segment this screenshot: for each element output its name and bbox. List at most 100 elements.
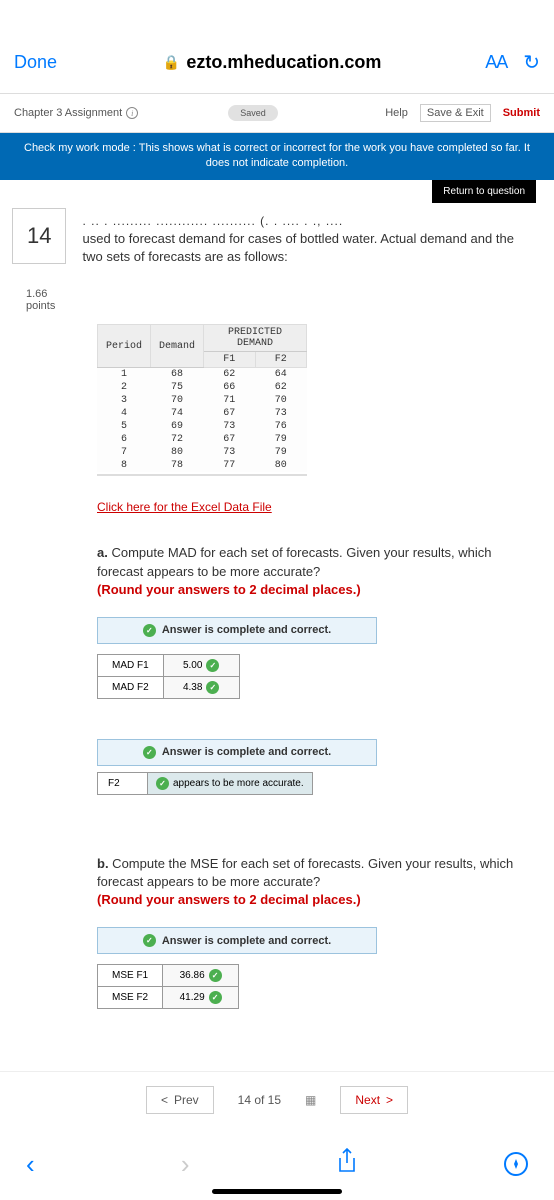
prev-label: Prev [174,1093,199,1107]
part-a-prompt: a. Compute MAD for each set of forecasts… [97,544,520,599]
banner-text: Answer is complete and correct. [162,746,331,758]
assignment-title: Chapter 3 Assignment [14,107,122,119]
th-demand: Demand [151,325,204,368]
table-cell: 62 [204,368,255,382]
table-cell: 6 [98,433,151,446]
table-cell: 80 [255,459,307,472]
compass-icon[interactable] [504,1152,528,1176]
url-text: ezto.mheducation.com [186,52,381,73]
question-text: used to forecast demand for cases of bot… [82,231,513,264]
table-row: MAD F1 5.00✓ [98,654,240,676]
table-cell: 73 [204,420,255,433]
check-work-banner: Check my work mode : This shows what is … [0,133,554,180]
reload-icon[interactable]: ↻ [523,50,540,75]
table-cell: 2 [98,381,151,394]
signal-icon: ▁▃▅ [454,13,489,31]
th-predicted: PREDICTED DEMAND [204,325,307,352]
table-cell: 77 [204,459,255,472]
table-cell: 67 [204,407,255,420]
table-row: MSE F2 41.29 ✓ [98,987,239,1009]
mad-f1-label: MAD F1 [98,654,164,676]
prev-button[interactable]: < Prev [146,1086,214,1114]
part-b-round: (Round your answers to 2 decimal places.… [97,892,361,907]
mad-f1-value: 5.00 [183,660,202,671]
table-cell: 73 [255,407,307,420]
accuracy-choice: F2 [98,772,148,794]
table-row: 8787780 [98,459,307,472]
content-area: Return to question 14 . .. . ......... .… [0,180,554,1010]
mad-f2-value: 4.38 [183,682,202,693]
status-time: 10:48 [28,14,66,31]
table-cell: 79 [255,446,307,459]
table-cell: 5 [98,420,151,433]
done-button[interactable]: Done [14,52,57,73]
home-indicator[interactable] [212,1189,342,1194]
table-cell: 72 [151,433,204,446]
mse-f1-value: 36.86 [180,970,205,981]
table-cell: 74 [151,407,204,420]
share-icon[interactable] [336,1148,358,1180]
mse-f2-label: MSE F2 [98,987,163,1009]
points-box: 1.66 points [26,288,524,312]
table-cell: 4 [98,407,151,420]
page-count: 14 of 15 [238,1093,281,1107]
table-cell: 80 [151,446,204,459]
mad-f1-value-cell: 5.00✓ [163,654,239,676]
table-cell: 3 [98,394,151,407]
part-b-text: Compute the MSE for each set of forecast… [97,856,513,889]
check-icon: ✓ [206,681,219,694]
text-size-button[interactable]: AA [485,52,507,73]
next-button[interactable]: Next > [340,1086,408,1114]
url-display[interactable]: 🔒 ezto.mheducation.com [77,52,467,73]
part-b-correct-banner: ✓ Answer is complete and correct. [97,927,377,954]
battery-indicator: 78 [509,16,526,29]
table-row: 2756662 [98,381,307,394]
table-cell: 7 [98,446,151,459]
th-f2: F2 [255,352,307,368]
return-to-question-button[interactable]: Return to question [432,180,536,203]
status-bar: 10:48 ▁▃▅ ⊙ 78 [0,0,554,40]
forward-button[interactable]: › [181,1149,190,1180]
mad-f2-value-cell: 4.38 ✓ [163,676,239,698]
chevron-left-icon: < [161,1093,168,1107]
table-cell: 8 [98,459,151,472]
mse-f2-value-cell: 41.29 ✓ [163,987,239,1009]
help-button[interactable]: Help [385,107,408,119]
mad-f2-label: MAD F2 [98,676,164,698]
table-cell: 1 [98,368,151,382]
table-scroll-wrapper[interactable]: Period Demand PREDICTED DEMAND F1 F2 168… [97,324,307,476]
main-column: Period Demand PREDICTED DEMAND F1 F2 168… [97,324,520,1009]
assignment-header: Chapter 3 Assignment i Saved Help Save &… [0,94,554,133]
question-nav-footer: < Prev 14 of 15 ▦ Next > [0,1071,554,1128]
table-cell: 79 [255,433,307,446]
save-exit-button[interactable]: Save & Exit [420,104,491,122]
part-b-answer-table: MSE F1 36.86✓ MSE F2 41.29 ✓ [97,964,239,1009]
chevron-right-icon: > [386,1093,393,1107]
part-a-label: a. [97,545,108,560]
part-a-accuracy-banner: ✓ Answer is complete and correct. [97,739,377,766]
part-a-text: Compute MAD for each set of forecasts. G… [97,545,492,578]
table-row: 1686264 [98,368,307,382]
points-value: 1.66 [26,288,524,300]
check-icon: ✓ [209,991,222,1004]
table-cell: 75 [151,381,204,394]
table-row: MAD F2 4.38 ✓ [98,676,240,698]
info-icon[interactable]: i [126,107,138,119]
check-icon: ✓ [156,777,169,790]
table-cell: 67 [204,433,255,446]
table-row: 3707170 [98,394,307,407]
table-cell: 69 [151,420,204,433]
grid-icon[interactable]: ▦ [305,1093,316,1107]
mse-f1-value-cell: 36.86✓ [163,965,239,987]
check-icon: ✓ [143,934,156,947]
submit-button[interactable]: Submit [503,107,540,119]
excel-data-link[interactable]: Click here for the Excel Data File [97,500,272,514]
table-row: 6726779 [98,433,307,446]
back-button[interactable]: ‹ [26,1149,35,1180]
table-cell: 73 [204,446,255,459]
mse-f1-label: MSE F1 [98,965,163,987]
mse-f2-value: 41.29 [180,992,205,1003]
next-label: Next [355,1093,380,1107]
status-icons: ▁▃▅ ⊙ 78 [454,13,526,31]
accuracy-explain: appears to be more accurate. [173,778,304,789]
